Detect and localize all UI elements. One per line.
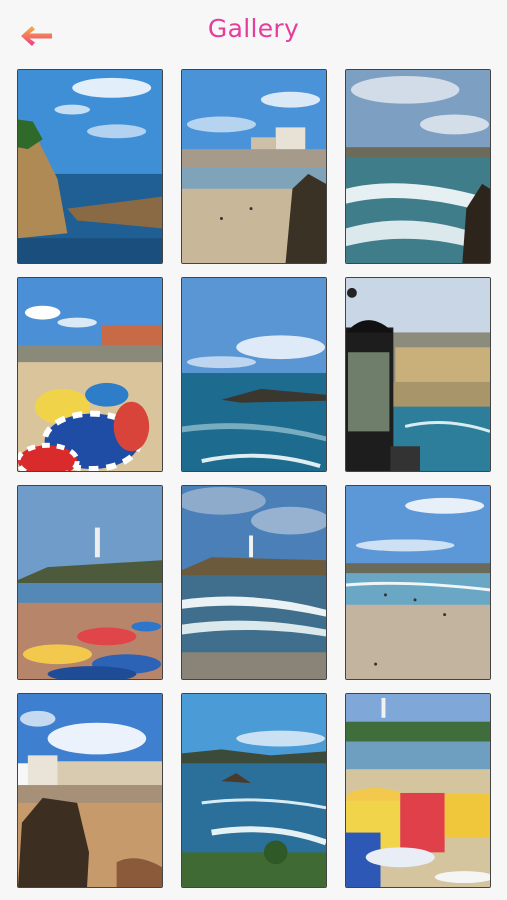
photo-lighthouse-lantern[interactable] — [345, 277, 491, 472]
photo-striped-umbrellas-hotel[interactable] — [17, 277, 163, 472]
photo-lighthouse-beach-crowd[interactable] — [17, 485, 163, 680]
photo-colorful-tents-lighthouse[interactable] — [345, 693, 491, 888]
photo-sea-horizon[interactable] — [181, 277, 327, 472]
photo-coast-cliffs[interactable] — [17, 69, 163, 264]
photo-surf-beach[interactable] — [345, 69, 491, 264]
app-header: Gallery — [0, 0, 507, 66]
photo-beach-swimmers[interactable] — [345, 485, 491, 680]
photo-grid — [17, 69, 491, 889]
photo-town-rock-beach[interactable] — [17, 693, 163, 888]
photo-beach-town-rocks[interactable] — [181, 69, 327, 264]
photo-rocky-sea[interactable] — [181, 693, 327, 888]
page-title: Gallery — [207, 14, 300, 43]
photo-lighthouse-cloudy-waves[interactable] — [181, 485, 327, 680]
